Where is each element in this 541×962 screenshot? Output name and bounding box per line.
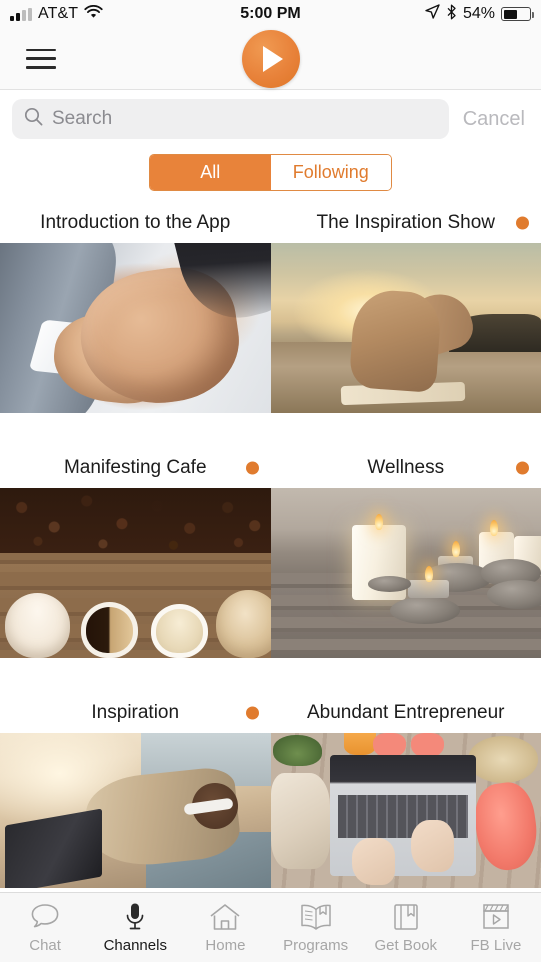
location-arrow-icon xyxy=(425,4,440,24)
channel-image-inspiration[interactable] xyxy=(0,733,271,888)
open-book-icon xyxy=(299,902,333,932)
tab-programs[interactable]: Programs xyxy=(271,893,361,962)
tab-get-book[interactable]: Get Book xyxy=(361,893,451,962)
channel-image-abundant-entrepreneur[interactable] xyxy=(270,733,541,888)
search-field[interactable] xyxy=(12,99,449,139)
status-bar: AT&T 5:00 PM 54% xyxy=(0,0,541,28)
bluetooth-icon xyxy=(446,4,457,25)
battery-icon xyxy=(501,7,534,21)
hamburger-menu-icon[interactable] xyxy=(26,48,56,69)
book-bookmark-icon xyxy=(392,902,420,932)
channel-title-cell[interactable]: Inspiration xyxy=(0,693,271,733)
channel-row: Inspiration Abundant Entrepreneur xyxy=(0,693,541,888)
channel-title-cell[interactable]: Introduction to the App xyxy=(0,203,271,243)
channel-title: Inspiration xyxy=(91,702,180,723)
channel-title: Manifesting Cafe xyxy=(63,457,207,478)
play-icon xyxy=(263,45,283,72)
channel-title-cell[interactable]: Wellness xyxy=(271,448,541,488)
channel-image-the-inspiration-show[interactable] xyxy=(270,243,541,413)
app-screen: AT&T 5:00 PM 54% Search Cancel All Follo… xyxy=(0,0,541,962)
tab-all[interactable]: All xyxy=(150,155,271,190)
search-icon xyxy=(24,107,43,131)
channel-title-cell[interactable]: Abundant Entrepreneur xyxy=(271,693,541,733)
tab-label: Home xyxy=(205,936,246,954)
channel-tiles-row xyxy=(0,243,541,413)
status-bar-left: AT&T xyxy=(10,4,103,24)
tab-following[interactable]: Following xyxy=(270,155,391,190)
channel-titles-row: Inspiration Abundant Entrepreneur xyxy=(0,693,541,733)
new-content-dot-icon xyxy=(245,706,259,720)
channel-row: Introduction to the App The Inspiration … xyxy=(0,203,541,413)
battery-percent-label: 54% xyxy=(462,5,495,22)
channel-title: The Inspiration Show xyxy=(316,212,496,233)
search-input[interactable] xyxy=(52,108,437,130)
channel-title: Introduction to the App xyxy=(40,212,231,233)
play-button[interactable] xyxy=(241,29,300,88)
tab-label: Programs xyxy=(283,936,349,954)
tab-label: FB Live xyxy=(470,936,522,954)
channel-title-cell[interactable]: Manifesting Cafe xyxy=(0,448,271,488)
channel-title-cell[interactable]: The Inspiration Show xyxy=(271,203,541,243)
tab-label: Chat xyxy=(29,936,61,954)
channel-title: Wellness xyxy=(367,457,445,478)
signal-bars-icon xyxy=(10,7,32,21)
tab-fb-live[interactable]: FB Live xyxy=(451,893,541,962)
tab-chat[interactable]: Chat xyxy=(0,893,90,962)
row-gap xyxy=(0,413,541,448)
channel-tiles-row xyxy=(0,733,541,888)
channel-grid[interactable]: Introduction to the App The Inspiration … xyxy=(0,203,541,892)
tab-label: Get Book xyxy=(374,936,438,954)
status-bar-right: 54% xyxy=(425,4,534,25)
new-content-dot-icon xyxy=(516,216,529,230)
channel-titles-row: Introduction to the App The Inspiration … xyxy=(0,203,541,243)
channel-row: Manifesting Cafe Wellness xyxy=(0,448,541,658)
bottom-tab-bar: Chat Channels Home Programs Get Book FB … xyxy=(0,892,541,962)
tab-channels[interactable]: Channels xyxy=(90,893,180,962)
tab-home[interactable]: Home xyxy=(180,893,270,962)
channel-titles-row: Manifesting Cafe Wellness xyxy=(0,448,541,488)
filter-segmented-control-wrap: All Following xyxy=(0,148,541,203)
microphone-icon xyxy=(123,902,147,932)
channel-image-wellness[interactable] xyxy=(270,488,541,658)
new-content-dot-icon xyxy=(245,461,259,475)
channel-image-introduction-to-the-app[interactable] xyxy=(0,243,271,413)
search-bar: Cancel xyxy=(0,90,541,148)
nav-bar xyxy=(0,28,541,90)
channel-image-manifesting-cafe[interactable] xyxy=(0,488,271,658)
filter-segmented-control: All Following xyxy=(149,154,392,191)
carrier-label: AT&T xyxy=(38,5,79,22)
new-content-dot-icon xyxy=(516,461,529,475)
channel-tiles-row xyxy=(0,488,541,658)
chat-bubble-icon xyxy=(30,902,60,932)
wifi-icon xyxy=(84,4,103,24)
home-icon xyxy=(209,902,241,932)
tab-label: Channels xyxy=(103,936,167,954)
row-gap xyxy=(0,658,541,693)
cancel-button[interactable]: Cancel xyxy=(459,108,529,131)
clapperboard-play-icon xyxy=(481,902,511,932)
channel-title: Abundant Entrepreneur xyxy=(306,702,505,723)
